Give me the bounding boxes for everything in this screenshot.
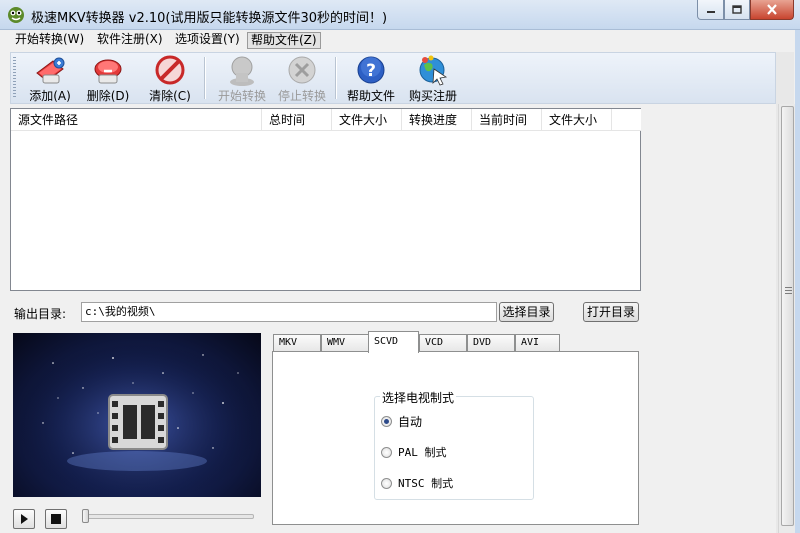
toolbar-grip[interactable]	[13, 57, 16, 99]
clear-label: 清除(C)	[149, 89, 191, 103]
close-icon	[767, 4, 777, 15]
add-label: 添加(A)	[29, 89, 71, 103]
buy-globe-icon	[419, 55, 448, 86]
tv-format-title: 选择电视制式	[380, 389, 457, 406]
menu-help[interactable]: 帮助文件(Z)	[247, 32, 321, 49]
start-convert-label: 开始转换	[217, 89, 266, 103]
help-button[interactable]: ? 帮助文件	[342, 55, 400, 103]
delete-button[interactable]: 删除(D)	[83, 55, 133, 103]
tab-panel-scvd: 选择电视制式 自动 PAL 制式 NTSC 制式	[272, 351, 639, 525]
tab-dvd[interactable]: DVD	[467, 334, 515, 352]
tab-wmv[interactable]: WMV	[321, 334, 369, 352]
toolbar-separator	[335, 57, 337, 99]
buy-register-button[interactable]: 购买注册	[404, 55, 462, 103]
play-icon	[21, 514, 28, 524]
tab-scvd[interactable]: SCVD	[368, 331, 419, 353]
col-total-time[interactable]: 总时间	[262, 109, 332, 131]
stop-convert-label: 停止转换	[277, 89, 326, 103]
window-title: 极速MKV转换器 v2.10(试用版只能转换源文件30秒的时间！)	[31, 11, 388, 26]
playback-slider-track[interactable]	[84, 514, 254, 519]
output-dir-input[interactable]: c:\我的视频\	[81, 302, 497, 322]
radio-pal[interactable]: PAL 制式	[381, 444, 447, 460]
minimize-button[interactable]	[697, 0, 724, 20]
stop-button[interactable]	[45, 509, 67, 529]
stop-icon	[51, 514, 61, 524]
play-button[interactable]	[13, 509, 35, 529]
playback-slider-thumb[interactable]	[82, 509, 89, 523]
menu-bar: 开始转换(W) 软件注册(X) 选项设置(Y) 帮助文件(Z)	[0, 30, 800, 50]
app-logo-icon	[8, 7, 24, 23]
open-dir-button[interactable]: 打开目录	[583, 302, 639, 322]
tab-avi[interactable]: AVI	[515, 334, 560, 352]
window-border	[795, 30, 800, 533]
toolbar: 添加(A) 删除(D) 清除(C) 开始转换 停止转换 ? 帮助文件 购买注册	[10, 52, 776, 104]
video-preview	[13, 333, 261, 497]
stop-convert-icon	[288, 56, 316, 84]
menu-start-convert[interactable]: 开始转换(W)	[12, 32, 87, 49]
tv-format-group: 选择电视制式 自动 PAL 制式 NTSC 制式	[374, 389, 534, 500]
menu-register[interactable]: 软件注册(X)	[94, 32, 166, 49]
toolbar-separator	[204, 57, 206, 99]
add-button[interactable]: 添加(A)	[25, 55, 75, 103]
scrollbar-thumb[interactable]	[781, 106, 794, 526]
scrollbar-grip-icon	[785, 287, 792, 295]
col-file-size[interactable]: 文件大小	[332, 109, 402, 131]
radio-auto-label: 自动	[398, 415, 423, 429]
delete-file-icon	[94, 59, 122, 84]
list-header: 源文件路径 总时间 文件大小 转换进度 当前时间 文件大小	[11, 109, 641, 131]
help-label: 帮助文件	[346, 89, 395, 103]
tab-vcd[interactable]: VCD	[419, 334, 467, 352]
vertical-scrollbar[interactable]	[778, 104, 795, 533]
choose-dir-button[interactable]: 选择目录	[499, 302, 554, 322]
output-dir-label: 输出目录:	[14, 307, 67, 321]
file-list[interactable]: 源文件路径 总时间 文件大小 转换进度 当前时间 文件大小	[10, 108, 641, 291]
start-convert-button[interactable]: 开始转换	[213, 55, 271, 103]
col-output-size[interactable]: 文件大小	[542, 109, 612, 131]
tab-mkv[interactable]: MKV	[273, 334, 321, 352]
radio-pal-label: PAL 制式	[398, 446, 447, 459]
title-bar: 极速MKV转换器 v2.10(试用版只能转换源文件30秒的时间！)	[0, 0, 800, 30]
radio-auto-indicator	[381, 416, 392, 427]
col-source-path[interactable]: 源文件路径	[11, 109, 262, 131]
close-button[interactable]	[750, 0, 794, 20]
start-convert-icon	[230, 56, 254, 86]
minimize-icon	[706, 10, 715, 13]
buy-register-label: 购买注册	[408, 89, 457, 103]
add-file-icon	[36, 57, 65, 84]
clear-button[interactable]: 清除(C)	[145, 55, 195, 103]
radio-ntsc-label: NTSC 制式	[398, 477, 454, 490]
stop-convert-button[interactable]: 停止转换	[273, 55, 331, 103]
radio-ntsc[interactable]: NTSC 制式	[381, 475, 453, 491]
delete-label: 删除(D)	[86, 89, 130, 103]
col-progress[interactable]: 转换进度	[402, 109, 472, 131]
svg-text:?: ?	[366, 61, 376, 81]
radio-pal-indicator	[381, 446, 392, 458]
col-current-time[interactable]: 当前时间	[472, 109, 542, 131]
film-reel-icon	[13, 333, 261, 497]
maximize-icon	[732, 5, 742, 14]
menu-options[interactable]: 选项设置(Y)	[172, 32, 243, 49]
clear-icon	[155, 55, 185, 85]
radio-auto[interactable]: 自动	[381, 413, 422, 430]
radio-ntsc-indicator	[381, 477, 392, 489]
maximize-button[interactable]	[724, 0, 750, 20]
help-icon: ?	[357, 56, 385, 84]
